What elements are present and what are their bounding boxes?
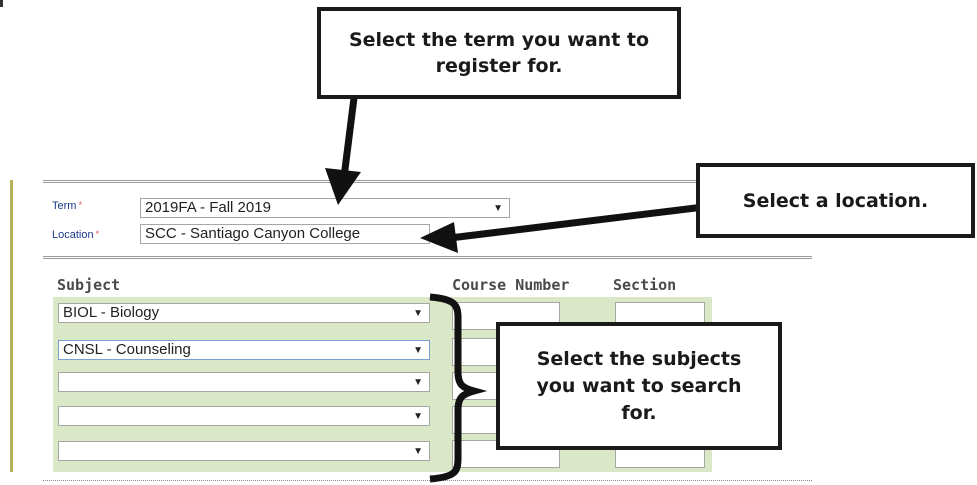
subjects-callout-text: Select the subjects you want to search f… <box>536 347 742 424</box>
term-callout: Select the term you want to register for… <box>317 7 681 99</box>
location-arrowhead <box>420 222 458 253</box>
subjects-bracket <box>429 293 488 483</box>
location-callout: Select a location. <box>696 163 975 238</box>
term-callout-text: Select the term you want to register for… <box>348 29 650 77</box>
location-callout-text: Select a location. <box>742 189 929 212</box>
term-arrowhead <box>325 168 361 205</box>
location-arrow-shaft <box>449 202 713 242</box>
subjects-callout: Select the subjects you want to search f… <box>496 322 782 450</box>
